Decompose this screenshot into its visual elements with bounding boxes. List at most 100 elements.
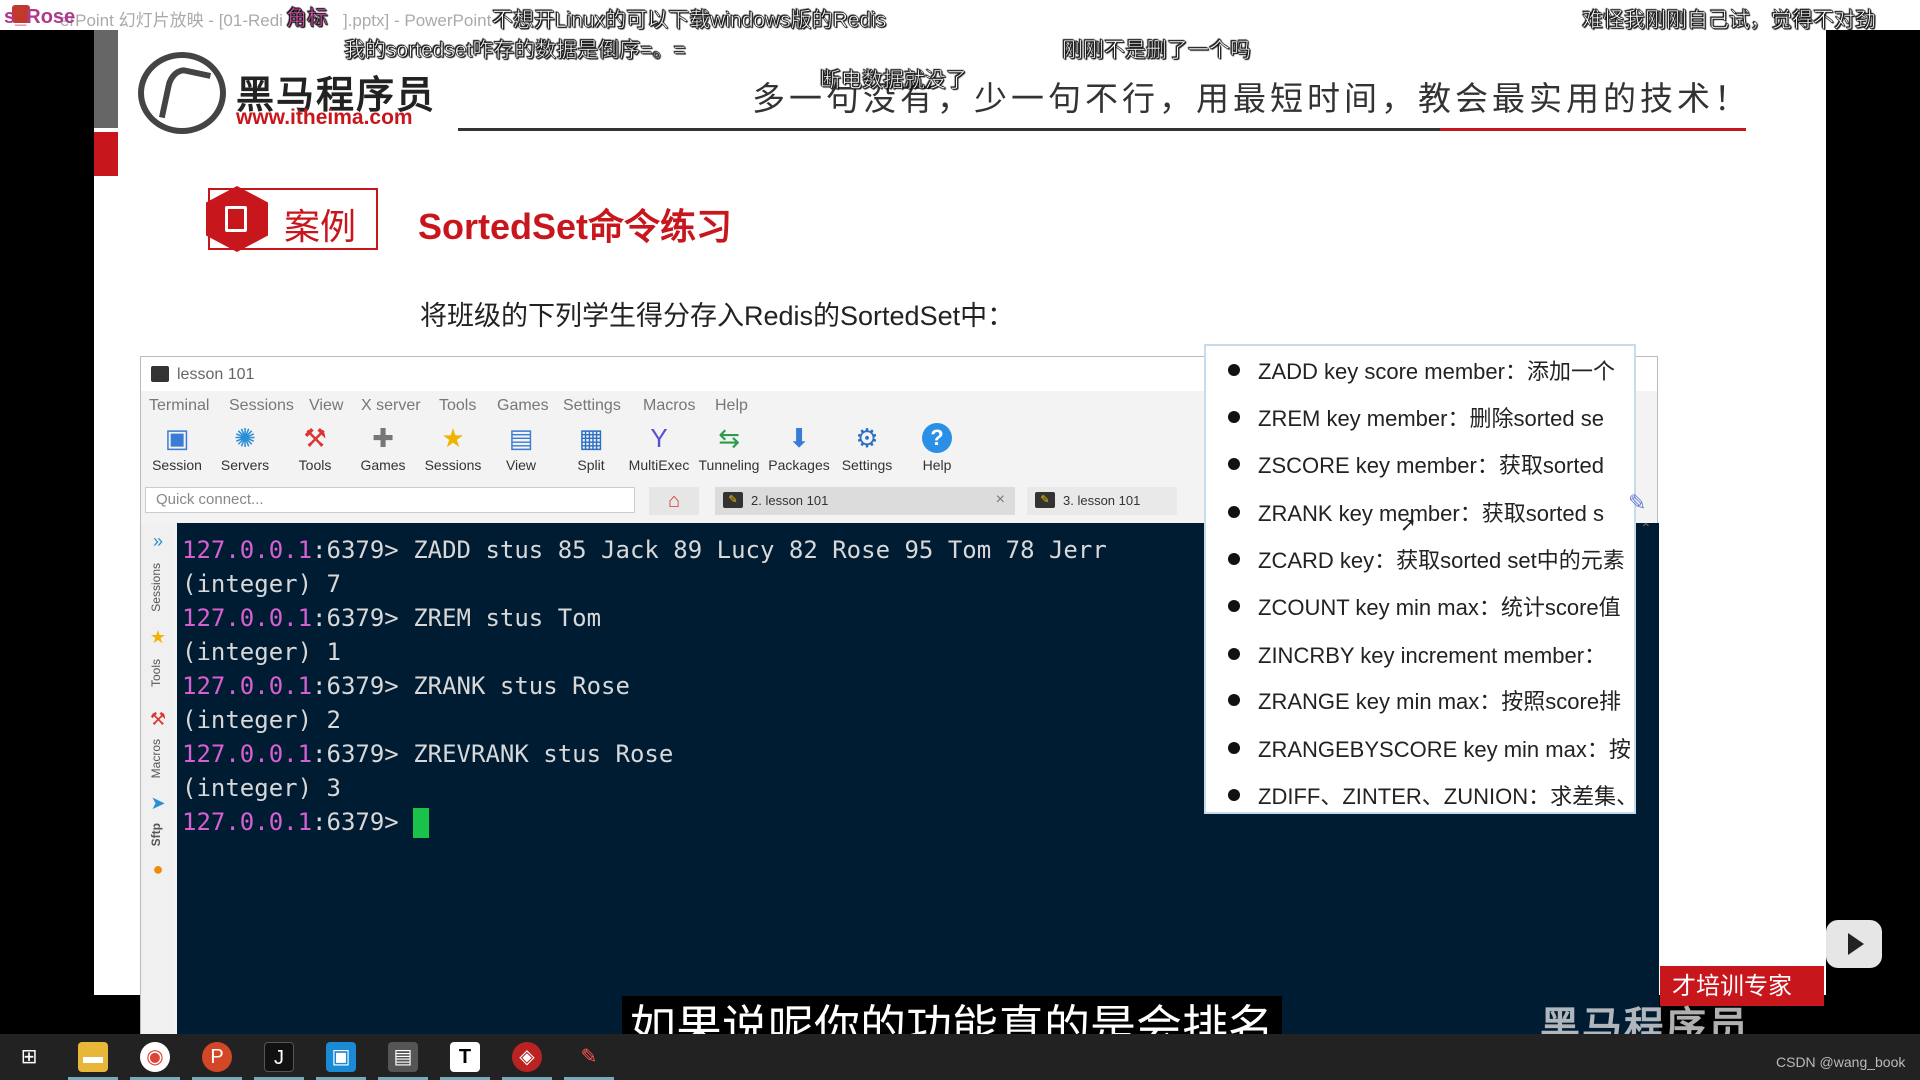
terminal-tab-icon: ✎ [723, 492, 743, 508]
typora-icon[interactable]: T [450, 1042, 480, 1072]
close-icon[interactable]: × [996, 491, 1005, 509]
danmaku-comment: 我的sortedset咋存的数据是倒序=。= [344, 39, 687, 63]
menu-view[interactable]: View [309, 397, 343, 415]
session-icon: ▣ [164, 423, 190, 453]
tools-icon: ⚒ [149, 709, 167, 729]
menu-xserver[interactable]: X server [361, 397, 421, 415]
bullet-icon [1228, 648, 1240, 660]
ppt-window-title: erPoint 幻灯片放映 - [01-Redi].pptx] - PowerP… [60, 11, 492, 30]
mouse-pointer-icon: ➚ [1400, 514, 1417, 536]
side-tab-tools[interactable]: Tools [149, 659, 163, 687]
view-button[interactable]: ▤ View [489, 421, 553, 479]
settings-button[interactable]: ⚙ Settings [835, 421, 899, 479]
menu-macros[interactable]: Macros [643, 397, 695, 415]
command-list-panel: ZADD key score member：添加一个 ZREM key memb… [1204, 344, 1636, 814]
servers-button[interactable]: ✺ Servers [213, 421, 277, 479]
mobaxterm-icon[interactable]: ▤ [388, 1042, 418, 1072]
terminal-tab-icon: ✎ [1035, 492, 1055, 508]
tunneling-icon: ⇆ [718, 423, 740, 453]
tools-icon: ⚒ [303, 423, 327, 453]
servers-icon: ✺ [234, 423, 256, 453]
tools-button[interactable]: ⚒ Tools [283, 421, 347, 479]
tab-lesson-2[interactable]: ✎ 2. lesson 101 × [715, 487, 1015, 515]
mobaxterm-title: lesson 101 [177, 366, 255, 383]
command-item: ZREM key member：删除sorted se [1228, 401, 1604, 433]
games-button[interactable]: ✚ Games [351, 421, 415, 479]
command-item: ZCOUNT key min max：统计score值 [1228, 590, 1621, 622]
command-item: ZADD key score member：添加一个 [1228, 354, 1615, 386]
menu-games[interactable]: Games [497, 397, 549, 415]
games-icon: ✚ [372, 423, 394, 453]
menu-settings[interactable]: Settings [563, 397, 621, 415]
danmaku-comment: 不想开Linux的可以下载windows版的Redis [492, 9, 887, 33]
brand-url: www.itheima.com [236, 106, 413, 129]
help-icon: ? [922, 423, 952, 453]
danmaku-comment: 断电数据就没了 [820, 69, 968, 93]
bullet-icon [1228, 600, 1240, 612]
star-icon: ★ [149, 627, 167, 647]
chrome-icon[interactable]: ◉ [140, 1042, 170, 1072]
menu-sessions[interactable]: Sessions [229, 397, 294, 415]
session-button[interactable]: ▣ Session [145, 421, 209, 479]
quick-connect-input[interactable]: Quick connect... [145, 487, 635, 513]
danmaku-comment: 刚刚不是删了一个吗 [1062, 39, 1252, 63]
virtualbox-icon[interactable]: ▣ [326, 1042, 356, 1072]
side-tab-macros[interactable]: Macros [149, 739, 163, 778]
pen-icon: ✎ [1628, 490, 1647, 515]
command-item: ZINCRBY key increment member： [1228, 638, 1606, 670]
gear-icon: ⚙ [855, 423, 879, 453]
split-icon: ▦ [578, 423, 604, 453]
menu-tools[interactable]: Tools [439, 397, 476, 415]
help-button[interactable]: ? Help [905, 421, 969, 479]
windows-taskbar: ⊞ ▬ ◉ P J ▣ ▤ T ◈ ✎ [0, 1034, 1920, 1080]
itheima-logo-icon [138, 52, 226, 134]
slide-subtitle: 将班级的下列学生得分存入Redis的SortedSet中： [420, 301, 1015, 331]
macro-icon: ➤ [150, 793, 166, 813]
pen-tool-icon[interactable]: ✎ [574, 1042, 604, 1072]
bullet-icon [1228, 694, 1240, 706]
command-item: ZRANGE key min max：按照score排 [1228, 684, 1621, 716]
bullet-icon [1228, 506, 1240, 518]
tab-label: 3. lesson 101 [1063, 493, 1141, 508]
danmaku-comment: 角标 [286, 7, 329, 31]
file-explorer-icon[interactable]: ▬ [78, 1042, 108, 1072]
multiexec-button[interactable]: Y MultiExec [627, 421, 691, 479]
side-tab-sftp[interactable]: Sftp [149, 823, 163, 846]
screen: erPoint 幻灯片放映 - [01-Redi].pptx] - PowerP… [0, 0, 1920, 1080]
case-label: 案例 [284, 206, 357, 247]
tunneling-button[interactable]: ⇆ Tunneling [697, 421, 761, 479]
sessions-button[interactable]: ★ Sessions [421, 421, 485, 479]
danmaku-comment: 难怪我刚刚自己试，觉得不对劲 [1582, 9, 1877, 33]
bullet-icon [1228, 364, 1240, 376]
scroll-up-icon[interactable]: ⌃ [1640, 520, 1652, 537]
tab-label: 2. lesson 101 [751, 493, 829, 508]
windows-start-icon[interactable]: ⊞ [14, 1042, 44, 1072]
side-tab-sessions[interactable]: Sessions [149, 563, 163, 612]
command-item: ZRANGEBYSCORE key min max：按 [1228, 732, 1631, 764]
menu-help[interactable]: Help [715, 397, 748, 415]
redis-icon[interactable]: ◈ [512, 1042, 542, 1072]
tab-lesson-3[interactable]: ✎ 3. lesson 101 [1027, 487, 1177, 515]
intellij-icon[interactable]: J [264, 1042, 294, 1072]
mobaxterm-icon [151, 366, 169, 382]
command-item: ZSCORE key member：获取sorted [1228, 448, 1604, 480]
bullet-icon [1228, 742, 1240, 754]
home-tab-icon[interactable]: ⌂ [649, 487, 699, 515]
bullet-icon [1228, 458, 1240, 470]
command-item: ZCARD key：获取sorted set中的元素 [1228, 543, 1625, 575]
command-item: ZDIFF、ZINTER、ZUNION：求差集、 [1228, 779, 1634, 811]
chevron-right-icon[interactable]: » [148, 531, 168, 551]
packages-button[interactable]: ⬇ Packages [767, 421, 831, 479]
multiexec-icon: Y [650, 423, 668, 453]
sftp-icon: ● [152, 859, 164, 879]
slide-title: SortedSet命令练习 [418, 206, 733, 247]
powerpoint-icon[interactable]: P [202, 1042, 232, 1072]
play-icon[interactable] [1826, 920, 1882, 968]
document-icon [225, 206, 247, 232]
menu-terminal[interactable]: Terminal [149, 397, 209, 415]
bullet-icon [1228, 553, 1240, 565]
split-button[interactable]: ▦ Split [559, 421, 623, 479]
slogan-underline-red [1440, 128, 1746, 131]
packages-icon: ⬇ [788, 423, 810, 453]
csdn-watermark: CSDN @wang_book [1776, 1054, 1906, 1070]
